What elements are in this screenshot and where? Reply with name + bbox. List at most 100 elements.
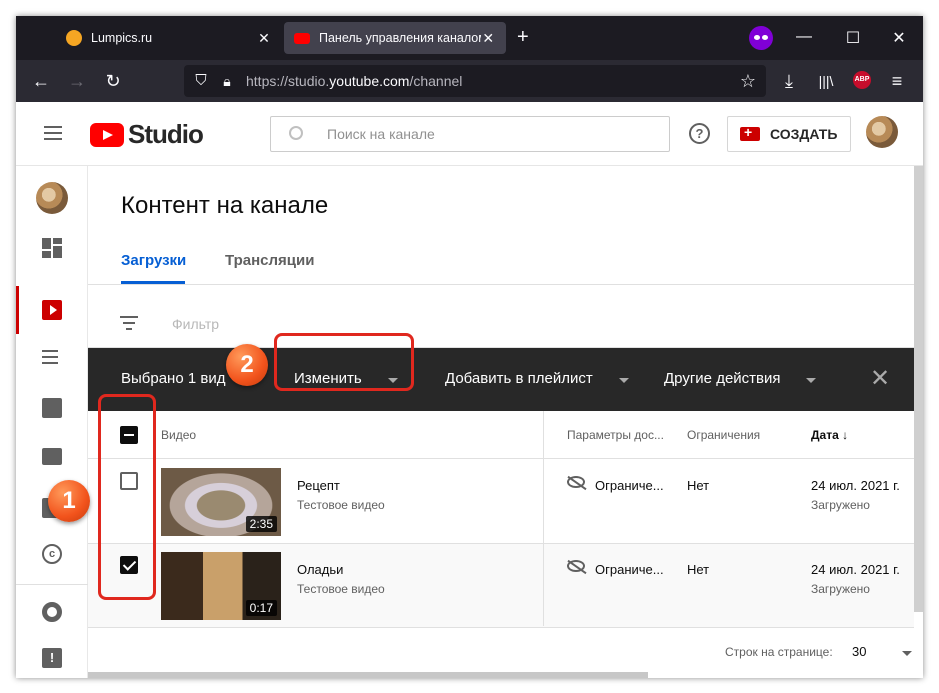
column-header-video: Видео [161, 428, 197, 442]
reload-icon[interactable]: ↻ [102, 70, 124, 92]
create-video-icon [740, 124, 760, 141]
minimize-icon[interactable]: — [794, 28, 814, 46]
youtube-logo-icon[interactable] [90, 123, 124, 147]
menu-icon[interactable]: ≡ [886, 70, 908, 92]
playlist-chevron-down-icon[interactable] [619, 378, 629, 383]
adblock-icon[interactable]: ABP [853, 71, 871, 89]
video-title[interactable]: Рецепт [297, 478, 340, 493]
table-row[interactable]: 2:35 Рецепт Тестовое видео Ограниче... Н… [88, 460, 914, 544]
more-actions-dropdown[interactable]: Другие действия [664, 370, 781, 387]
lumpics-favicon-icon [66, 30, 82, 46]
close-tab-icon[interactable]: ✕ [481, 30, 496, 47]
youtube-favicon-icon [294, 32, 310, 44]
hamburger-menu-icon[interactable] [44, 126, 62, 140]
main-content: Контент на канале Загрузки Трансляции Фи… [88, 166, 923, 678]
url-bar[interactable]: ⛉ 🔒︎ https://studio.youtube.com/channel … [184, 65, 766, 97]
rows-per-page-select[interactable]: 30 [852, 644, 866, 659]
studio-logo-text[interactable]: Studio [128, 119, 204, 150]
sidebar-divider [16, 584, 88, 585]
video-duration: 0:17 [245, 600, 277, 616]
navigation-bar: ← → ↻ ⛉ 🔒︎ https://studio.youtube.com/ch… [16, 60, 923, 102]
visibility-value[interactable]: Ограниче... [595, 478, 664, 493]
downloads-icon[interactable]: ⤓ [778, 70, 800, 92]
selected-count: Выбрано 1 вид [121, 370, 226, 387]
column-header-visibility[interactable]: Параметры дос... [567, 428, 664, 442]
lock-icon[interactable]: 🔒︎ [216, 70, 238, 92]
close-selection-icon[interactable]: ✕ [870, 364, 890, 393]
close-tab-icon[interactable]: ✕ [256, 30, 272, 47]
active-indicator [16, 286, 19, 334]
divider [88, 284, 923, 285]
dashboard-icon[interactable] [42, 238, 62, 258]
filter-input[interactable]: Фильтр [172, 316, 219, 332]
tab-live[interactable]: Трансляции [225, 252, 314, 269]
visibility-restricted-icon [567, 476, 585, 488]
upload-status: Загружено [811, 582, 870, 596]
add-to-playlist-dropdown[interactable]: Добавить в плейлист [445, 370, 593, 387]
table-header: Видео Параметры дос... Ограничения Дата … [88, 411, 914, 459]
tab-bar: Lumpics.ru ✕ Панель управления каналом ✕… [16, 16, 923, 60]
tab-title: Lumpics.ru [91, 31, 153, 45]
copyright-icon[interactable]: c [42, 544, 62, 564]
sort-arrow-down-icon: ↓ [842, 428, 849, 442]
new-tab-icon[interactable]: + [517, 27, 529, 47]
restrictions-value: Нет [687, 478, 710, 493]
maximize-icon[interactable]: ☐ [843, 28, 863, 48]
restrictions-value: Нет [687, 562, 710, 577]
table-footer: Строк на странице: 30 [88, 628, 923, 676]
analytics-icon[interactable] [42, 398, 62, 418]
tab-uploads[interactable]: Загрузки [121, 252, 186, 269]
video-description: Тестовое видео [297, 498, 385, 512]
video-title[interactable]: Оладьи [297, 562, 343, 577]
settings-gear-icon[interactable] [42, 602, 62, 622]
content-icon[interactable] [42, 300, 62, 320]
back-icon[interactable]: ← [30, 70, 52, 92]
date-value: 24 июл. 2021 г. [811, 478, 900, 493]
vertical-scrollbar[interactable] [914, 166, 923, 612]
comments-icon[interactable] [42, 448, 62, 465]
tab-title: Панель управления каналом [319, 31, 481, 45]
annotation-highlight-checkboxes [98, 394, 156, 600]
search-input[interactable]: Поиск на канале [270, 116, 670, 152]
filter-icon[interactable] [120, 316, 138, 330]
video-duration: 2:35 [245, 516, 277, 532]
forward-icon[interactable]: → [66, 70, 88, 92]
visibility-restricted-icon [567, 560, 585, 572]
help-icon[interactable]: ? [689, 123, 710, 144]
tab-studio[interactable]: Панель управления каналом ✕ [284, 22, 506, 54]
annotation-badge-1: 1 [48, 480, 90, 522]
studio-header: Studio Поиск на канале ? СОЗДАТЬ [16, 102, 923, 166]
column-header-restrictions[interactable]: Ограничения [687, 428, 760, 442]
create-label: СОЗДАТЬ [770, 126, 838, 142]
table-row[interactable]: 0:17 Оладьи Тестовое видео Ограниче... Н… [88, 544, 914, 628]
playlists-icon[interactable] [42, 350, 62, 370]
browser-window: Lumpics.ru ✕ Панель управления каналом ✕… [16, 16, 923, 678]
feedback-icon[interactable]: ! [42, 648, 62, 668]
date-value: 24 июл. 2021 г. [811, 562, 900, 577]
video-thumbnail[interactable]: 0:17 [161, 552, 281, 620]
search-icon [289, 126, 303, 140]
close-window-icon[interactable]: ✕ [889, 28, 909, 48]
channel-avatar[interactable] [36, 182, 68, 214]
selection-action-bar: Выбрано 1 вид Изменить Добавить в плейли… [88, 348, 914, 411]
bookmark-star-icon[interactable]: ☆ [737, 70, 759, 92]
annotation-highlight-edit [274, 333, 414, 391]
visibility-value[interactable]: Ограниче... [595, 562, 664, 577]
search-placeholder: Поиск на канале [327, 126, 435, 142]
sidebar: c ! [16, 166, 88, 678]
annotation-badge-2: 2 [226, 344, 268, 386]
rows-per-page-chevron-down-icon[interactable] [902, 651, 912, 656]
column-header-date[interactable]: Дата ↓ [811, 428, 848, 442]
tab-lumpics[interactable]: Lumpics.ru ✕ [56, 22, 282, 54]
upload-status: Загружено [811, 498, 870, 512]
more-actions-chevron-down-icon[interactable] [806, 378, 816, 383]
video-thumbnail[interactable]: 2:35 [161, 468, 281, 536]
rows-per-page-label: Строк на странице: [725, 645, 833, 659]
account-avatar[interactable] [866, 116, 898, 148]
video-description: Тестовое видео [297, 582, 385, 596]
library-icon[interactable]: |||\ [815, 70, 837, 92]
create-button[interactable]: СОЗДАТЬ [727, 116, 851, 152]
horizontal-scrollbar[interactable] [88, 672, 648, 678]
private-browsing-icon [749, 26, 773, 50]
shield-icon[interactable]: ⛉ [190, 70, 212, 92]
